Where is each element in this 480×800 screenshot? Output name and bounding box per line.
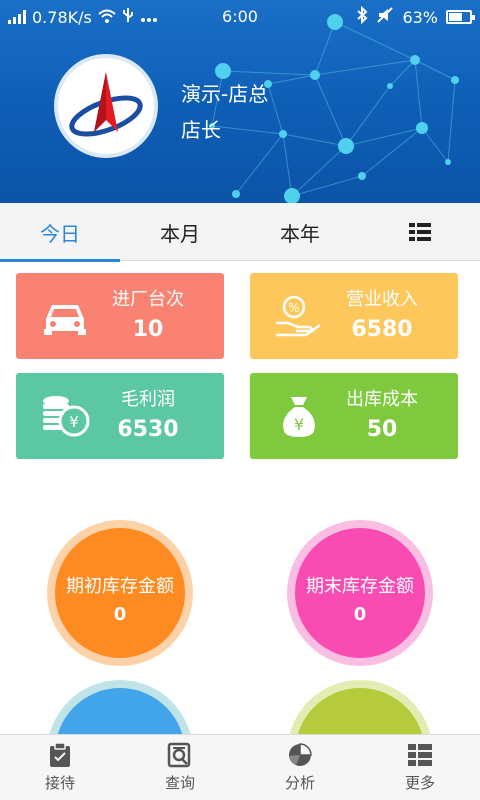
circle-label: 期初库存金额 bbox=[66, 576, 174, 597]
card-label: 毛利润 bbox=[121, 389, 175, 410]
card-outbound-cost[interactable]: ¥ 出库成本 50 bbox=[250, 373, 458, 459]
circle-value: 0 bbox=[113, 604, 127, 625]
tab-this-month[interactable]: 本月 bbox=[120, 203, 240, 261]
list-menu-button[interactable] bbox=[360, 203, 480, 261]
nav-label: 查询 bbox=[164, 774, 195, 792]
card-value: 10 bbox=[132, 317, 164, 342]
svg-text:%: % bbox=[288, 301, 299, 315]
nav-query[interactable]: 查询 bbox=[120, 735, 240, 800]
circle-closing-inventory[interactable]: 期末库存金额 0 bbox=[287, 520, 433, 666]
circle-opening-inventory[interactable]: 期初库存金额 0 bbox=[47, 520, 193, 666]
card-value: 6530 bbox=[117, 417, 179, 442]
svg-text:¥: ¥ bbox=[294, 415, 304, 434]
circle-label: 期末库存金额 bbox=[306, 576, 414, 597]
profile-banner: 0.78K/s 6:00 63% 演示-店总 店长 bbox=[0, 0, 480, 203]
battery-icon bbox=[446, 10, 475, 24]
user-role: 店长 bbox=[181, 118, 221, 142]
card-value: 6580 bbox=[351, 317, 413, 342]
clipboard-icon bbox=[50, 742, 70, 767]
nav-label: 分析 bbox=[284, 774, 315, 792]
card-value: 50 bbox=[366, 417, 398, 442]
nav-label: 接待 bbox=[44, 774, 75, 792]
card-label: 进厂台次 bbox=[112, 289, 184, 310]
revenue-hand-icon: % bbox=[276, 295, 321, 337]
tab-this-year[interactable]: 本年 bbox=[240, 203, 360, 261]
nav-analysis[interactable]: 分析 bbox=[240, 735, 360, 800]
nav-more[interactable]: 更多 bbox=[360, 735, 480, 800]
search-doc-icon bbox=[167, 742, 191, 768]
card-label: 营业收入 bbox=[346, 289, 418, 310]
money-bag-icon: ¥ bbox=[283, 397, 315, 437]
pie-chart-icon bbox=[289, 743, 312, 766]
nav-label: 更多 bbox=[404, 774, 435, 792]
list-menu-icon bbox=[409, 223, 431, 241]
user-name: 演示-店总 bbox=[181, 82, 269, 106]
battery-level-text: 63% bbox=[402, 7, 438, 27]
car-icon bbox=[44, 305, 86, 335]
period-tabs: 今日 本月 本年 bbox=[0, 203, 480, 262]
mute-icon bbox=[376, 6, 394, 28]
card-vehicle-entries[interactable]: 进厂台次 10 bbox=[16, 273, 224, 359]
circle-value: 0 bbox=[353, 604, 367, 625]
bottom-navigation: 接待 查询 分析 更多 bbox=[0, 734, 480, 800]
coins-icon: ¥ bbox=[43, 396, 90, 437]
status-bar: 0.78K/s 6:00 63% bbox=[0, 0, 480, 34]
bluetooth-icon bbox=[356, 5, 368, 28]
card-label: 出库成本 bbox=[346, 389, 418, 410]
card-gross-profit[interactable]: ¥ 毛利润 6530 bbox=[16, 373, 224, 459]
tab-today[interactable]: 今日 bbox=[0, 203, 120, 262]
company-logo bbox=[54, 54, 158, 158]
more-list-icon bbox=[408, 744, 432, 766]
card-revenue[interactable]: % 营业收入 6580 bbox=[250, 273, 458, 359]
nav-reception[interactable]: 接待 bbox=[0, 735, 120, 800]
svg-text:¥: ¥ bbox=[69, 413, 79, 431]
